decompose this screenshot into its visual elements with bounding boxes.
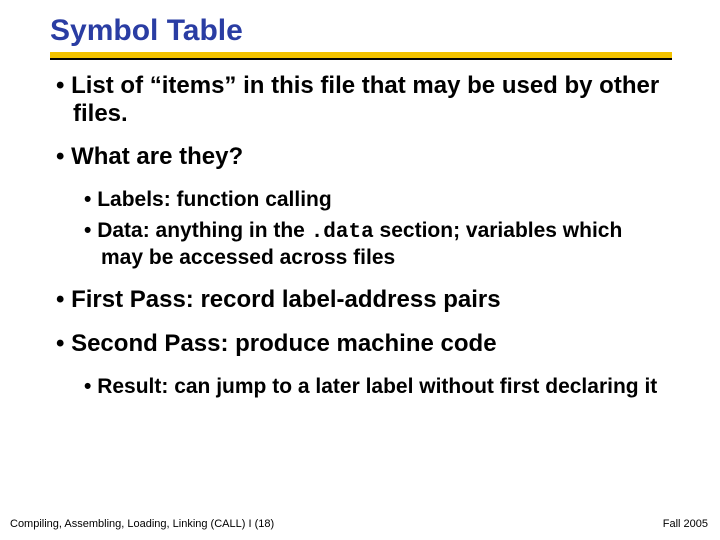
- footer-right: Fall 2005: [663, 518, 708, 530]
- slide: Symbol Table List of “items” in this fil…: [0, 0, 720, 540]
- slide-content: List of “items” in this file that may be…: [56, 72, 666, 405]
- footer-left: Compiling, Assembling, Loading, Linking …: [10, 518, 274, 530]
- subbullet-result: Result: can jump to a later label withou…: [84, 374, 666, 399]
- subbullet-data: Data: anything in the .data section; var…: [84, 218, 666, 270]
- bullet-group-what: What are they? Labels: function calling …: [56, 143, 666, 270]
- bullet-group-second-pass: Second Pass: produce machine code Result…: [56, 330, 666, 399]
- bullet-first-pass: First Pass: record label-address pairs: [56, 286, 666, 314]
- slide-title: Symbol Table: [50, 14, 243, 48]
- bullet-second-pass: Second Pass: produce machine code: [56, 330, 666, 358]
- subbullet-data-code: .data: [311, 221, 374, 244]
- bullet-what-are-they: What are they?: [56, 143, 666, 171]
- subbullet-data-text-a: Data: anything in the: [97, 219, 311, 242]
- title-underline: [50, 58, 672, 60]
- subbullet-labels: Labels: function calling: [84, 187, 666, 212]
- bullet-items-list: List of “items” in this file that may be…: [56, 72, 666, 127]
